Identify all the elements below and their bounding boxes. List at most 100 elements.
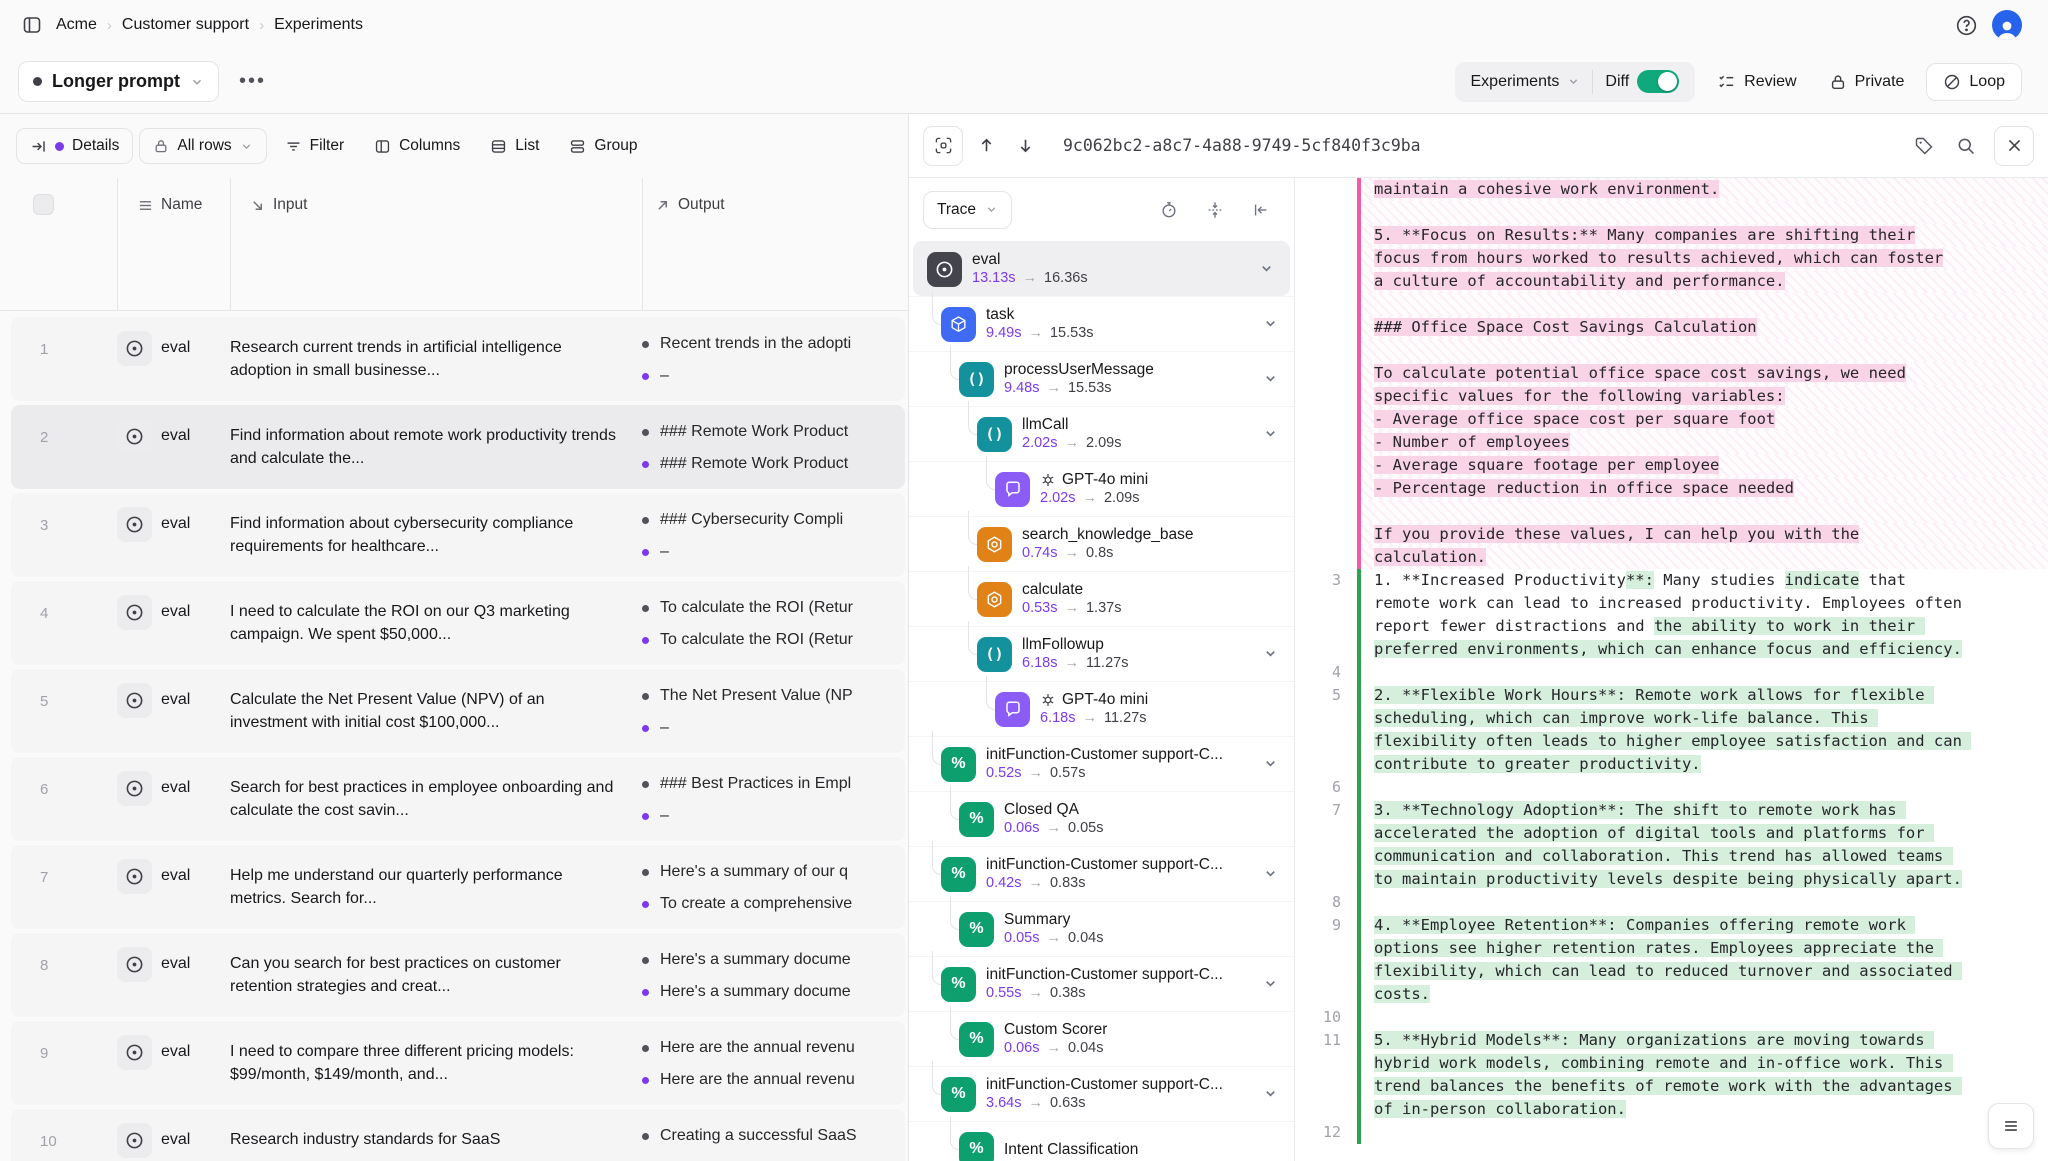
filter-label: Filter <box>310 137 344 155</box>
column-header-name[interactable]: Name <box>138 196 202 214</box>
diff-removed-line: If you provide these values, I can help … <box>1295 523 2048 546</box>
table-row[interactable]: 10evalResearch industry standards for Sa… <box>11 1109 905 1161</box>
previous-row-icon[interactable] <box>971 130 1002 161</box>
node-label: llmFollowup <box>1022 635 1128 654</box>
table-row[interactable]: 3evalFind information about cybersecurit… <box>11 493 905 577</box>
trace-tree-node[interactable]: search_knowledge_base0.74s→0.8s <box>909 516 1294 571</box>
expand-fullscreen-icon[interactable] <box>923 126 963 166</box>
trace-tree-node[interactable]: calculate0.53s→1.37s <box>909 571 1294 626</box>
help-icon[interactable] <box>1951 10 1982 41</box>
table-row[interactable]: 5evalCalculate the Net Present Value (NP… <box>11 669 905 753</box>
close-icon[interactable] <box>1994 126 2034 166</box>
trace-tree-node[interactable]: %initFunction-Customer support-C...0.42s… <box>909 846 1294 901</box>
column-header-input[interactable]: Input <box>250 196 307 214</box>
trace-tree: eval13.13s→16.36stask9.49s→15.53s()proce… <box>909 241 1294 1161</box>
diff-content: maintain a cohesive work environment. 5.… <box>1295 178 2048 1144</box>
trace-tree-node[interactable]: GPT-4o mini6.18s→11.27s <box>909 681 1294 736</box>
table-row[interactable]: 7evalHelp me understand our quarterly pe… <box>11 845 905 929</box>
column-header-output[interactable]: Output <box>655 196 725 214</box>
tag-icon[interactable] <box>1910 132 1938 160</box>
timing-icon[interactable] <box>1156 197 1182 223</box>
node-text: initFunction-Customer support-C...0.52s→… <box>986 745 1223 783</box>
diff-removed-line: ### Office Space Cost Savings Calculatio… <box>1295 316 2048 339</box>
trace-tree-node[interactable]: ()llmCall2.02s→2.09s <box>909 406 1294 461</box>
columns-label: Columns <box>399 137 460 155</box>
chevron-down-icon[interactable] <box>1263 426 1278 441</box>
table-row[interactable]: 4evalI need to calculate the ROI on our … <box>11 581 905 665</box>
diff-toggle[interactable] <box>1637 70 1679 93</box>
view-selector-dropdown[interactable]: Experiments <box>1459 62 1593 102</box>
list-button[interactable]: List <box>478 129 551 163</box>
row-input-text: Research industry standards for SaaS <box>230 1109 642 1161</box>
diff-menu-icon[interactable] <box>1988 1103 2034 1149</box>
output-text: To create a comprehensive <box>660 895 852 913</box>
row-input-text: I need to calculate the ROI on our Q3 ma… <box>230 581 642 665</box>
row-number: 5 <box>11 669 117 753</box>
chevron-down-icon[interactable] <box>1263 976 1278 991</box>
trace-tree-node[interactable]: %initFunction-Customer support-C...0.55s… <box>909 956 1294 1011</box>
eval-results-table: Name Input Output 1evalResearch current … <box>0 178 908 1161</box>
trace-tree-node[interactable]: eval13.13s→16.36s <box>913 241 1290 296</box>
trace-tree-node[interactable]: %Intent Classification <box>909 1121 1294 1161</box>
line-number <box>1295 454 1357 477</box>
table-row[interactable]: 6evalSearch for best practices in employ… <box>11 757 905 841</box>
trace-tree-node[interactable]: %Closed QA0.06s→0.05s <box>909 791 1294 846</box>
breadcrumb-org[interactable]: Acme <box>56 16 97 34</box>
trace-tree-node[interactable]: task9.49s→15.53s <box>909 296 1294 351</box>
trace-tree-node[interactable]: GPT-4o mini2.02s→2.09s <box>909 461 1294 516</box>
node-duration: 3.64s→0.63s <box>986 1094 1223 1113</box>
eval-record-icon <box>117 1123 152 1158</box>
table-row[interactable]: 2evalFind information about remote work … <box>11 405 905 489</box>
chevron-down-icon[interactable] <box>1263 646 1278 661</box>
diff-removed-line: - Percentage reduction in office space n… <box>1295 477 2048 500</box>
details-button[interactable]: Details <box>16 128 133 164</box>
code-text <box>1361 1121 2048 1144</box>
group-button[interactable]: Group <box>557 129 649 163</box>
collapse-panel-left-icon[interactable] <box>1248 197 1274 223</box>
select-all-checkbox[interactable] <box>33 194 54 215</box>
function-span-icon: () <box>977 417 1012 452</box>
columns-button[interactable]: Columns <box>362 129 472 163</box>
chevron-down-icon[interactable] <box>1263 371 1278 386</box>
output-line: To calculate the ROI (Retur <box>642 631 905 649</box>
experiment-more-button[interactable]: ••• <box>231 66 274 97</box>
review-button[interactable]: Review <box>1707 64 1806 99</box>
table-row[interactable]: 1evalResearch current trends in artifici… <box>11 317 905 401</box>
chevron-down-icon[interactable] <box>1259 261 1274 276</box>
row-name-label: eval <box>161 859 190 885</box>
breadcrumb-project[interactable]: Customer support <box>122 16 249 34</box>
private-button[interactable]: Private <box>1819 65 1915 99</box>
chevron-down-icon[interactable] <box>1263 1086 1278 1101</box>
trace-tree-node[interactable]: %initFunction-Customer support-C...0.52s… <box>909 736 1294 791</box>
arrow-to-bar-icon <box>30 138 47 155</box>
row-output-cell: Here are the annual revenuHere are the a… <box>642 1021 905 1105</box>
search-icon[interactable] <box>1952 132 1980 160</box>
breadcrumb-section[interactable]: Experiments <box>274 16 363 34</box>
node-label: initFunction-Customer support-C... <box>986 745 1223 764</box>
trace-tree-node[interactable]: %Custom Scorer0.06s→0.04s <box>909 1011 1294 1066</box>
trace-tree-node[interactable]: %initFunction-Customer support-C...3.64s… <box>909 1066 1294 1121</box>
diff-removed-line: - Average square footage per employee <box>1295 454 2048 477</box>
trace-view-dropdown[interactable]: Trace <box>923 191 1012 229</box>
table-row[interactable]: 8evalCan you search for best practices o… <box>11 933 905 1017</box>
experiment-selector[interactable]: Longer prompt <box>18 61 219 102</box>
user-avatar[interactable] <box>1992 10 2022 40</box>
base-dot-icon <box>642 517 649 524</box>
next-row-icon[interactable] <box>1010 130 1041 161</box>
sidebar-toggle-icon[interactable] <box>18 11 46 39</box>
table-row[interactable]: 9evalI need to compare three different p… <box>11 1021 905 1105</box>
filter-button[interactable]: Filter <box>273 129 356 163</box>
diff-toggle-label: Diff <box>1605 73 1629 91</box>
all-rows-dropdown[interactable]: All rows <box>139 128 266 164</box>
trace-tree-node[interactable]: %Summary0.05s→0.04s <box>909 901 1294 956</box>
trace-detail-header: 9c062bc2-a8c7-4a88-9749-5cf840f3c9ba <box>909 114 2048 178</box>
chevron-down-icon[interactable] <box>1263 316 1278 331</box>
chevron-down-icon[interactable] <box>1263 866 1278 881</box>
output-line: – <box>642 807 905 825</box>
trace-tree-node[interactable]: ()llmFollowup6.18s→11.27s <box>909 626 1294 681</box>
eval-record-icon <box>117 331 152 366</box>
trace-tree-node[interactable]: ()processUserMessage9.48s→15.53s <box>909 351 1294 406</box>
chevron-down-icon[interactable] <box>1263 756 1278 771</box>
collapse-vertical-icon[interactable] <box>1202 197 1228 223</box>
loop-button[interactable]: Loop <box>1926 63 2022 101</box>
